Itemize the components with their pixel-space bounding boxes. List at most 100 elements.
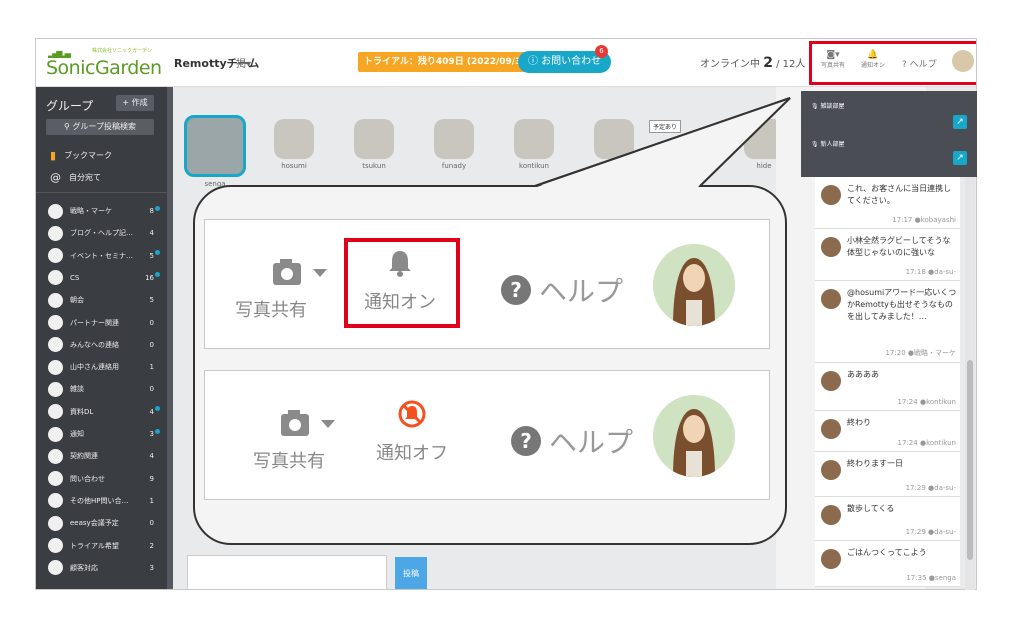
group-search-label: グループ投稿検索 (72, 122, 136, 131)
photo-share-button[interactable]: ◙▾ 写真共有 (816, 50, 850, 69)
member-card[interactable]: senga (181, 115, 249, 188)
member-photo (184, 115, 246, 177)
message-meta: 17:24 ●kontikun (898, 439, 956, 447)
sidebar-group-item[interactable]: 戦略・マーケ 8 (48, 201, 160, 221)
timeline-message[interactable]: 終わり 17:24 ●kontikun (815, 411, 960, 452)
sidebar-group-item[interactable]: CS 16 (48, 268, 160, 288)
open-room-icon[interactable]: ↗ (953, 151, 967, 165)
message-text: 終わり (847, 418, 871, 427)
sidebar-group-item[interactable]: ブログ・ヘルプ記… 4 (48, 223, 160, 243)
zoom-photo-share-button[interactable] (269, 406, 339, 444)
sidebar-group-item[interactable]: eeasy会議予定 0 (48, 513, 160, 533)
sidebar-group-item[interactable]: 山中さん連絡用 1 (48, 357, 160, 377)
group-name: 朝会 (70, 296, 84, 305)
zoom-user-avatar[interactable] (653, 395, 735, 477)
group-icon (48, 471, 63, 487)
notify-toggle-button[interactable]: 🔔 通知オン (856, 50, 890, 69)
zoom-panel-notify-on: 写真共有 通知オン ? ヘルプ (204, 219, 770, 349)
help-label: ヘルプ (909, 60, 937, 70)
message-time: 17:29 (905, 528, 926, 536)
timeline-message[interactable]: これ、お客さんに当日連携してください。 17:17 ●kobayashi (815, 177, 960, 229)
sidebar-group-item[interactable]: 朝会 5 (48, 290, 160, 310)
open-room-icon[interactable]: ↗ (953, 115, 967, 129)
group-name: 雑談 (70, 385, 84, 394)
sidebar-group-item[interactable]: 問い合わせ 9 (48, 469, 160, 489)
help-icon: ? (902, 60, 907, 70)
message-text: これ、お客さんに当日連携してください。 (847, 184, 952, 205)
plan-tag: 予定あり (649, 120, 682, 133)
photo-share-label: 写真共有 (820, 62, 845, 69)
create-group-button[interactable]: + 作成 (116, 95, 154, 111)
sidebar-group-item[interactable]: 契約関連 4 (48, 446, 160, 466)
message-avatar (821, 549, 841, 569)
sidebar-group-item[interactable]: パートナー関連 0 (48, 313, 160, 333)
voice-room-dropdown: 🎙 雑談部屋 ↗ 🎙 新人部屋 ↗ (801, 91, 977, 177)
timeline-message[interactable]: ごはんつくってこよう 17:35 ●senga (815, 541, 960, 587)
voice-room-item[interactable]: 🎙 雑談部屋 (811, 101, 845, 110)
message-avatar (821, 185, 841, 205)
help-button[interactable]: ? ヘルプ (902, 57, 937, 70)
group-search-button[interactable]: ⚲ グループ投稿検索 (46, 119, 154, 135)
zoom-help-button[interactable]: ? ヘルプ (501, 270, 623, 310)
zoom-user-avatar[interactable] (653, 244, 735, 326)
zoom-photo-share-button[interactable] (261, 255, 331, 293)
zoom-notify-off-button[interactable]: 通知オフ (362, 399, 462, 465)
app-header: ▂▄▆▂▄ 株式会社ソニックガーデン SonicGarden Remottyチー… (36, 39, 976, 87)
timeline-message[interactable]: ああああ 17:24 ●kontikun (815, 363, 960, 411)
sidebar-group-item[interactable]: 通知 3 (48, 424, 160, 444)
sidebar-group-item[interactable]: みんなへの連絡 0 (48, 335, 160, 355)
user-avatar[interactable] (952, 50, 974, 72)
message-user: da-su- (934, 528, 956, 536)
group-name: イベント・セミナ… (70, 251, 133, 260)
message-user: senga (934, 574, 956, 582)
sidebar-item-mentions[interactable]: @ 自分宛て (50, 171, 101, 184)
voice-room-item[interactable]: 🎙 新人部屋 (811, 139, 845, 148)
member-card[interactable]: hosumi (266, 119, 322, 170)
sidebar-group-item[interactable]: 資料DL 4 (48, 402, 160, 422)
zoom-help-label: ヘルプ (549, 426, 634, 459)
group-name: 戦略・マーケ (70, 207, 112, 215)
group-name: その他HP問い合… (70, 496, 129, 505)
member-card[interactable]: kontikun (506, 119, 562, 170)
group-count: 4 (149, 229, 154, 238)
message-text: ああああ (847, 370, 879, 379)
sidebar-group-item[interactable]: その他HP問い合… 1 (48, 491, 160, 511)
sidebar-group-item[interactable]: イベント・セミナ… 5 (48, 246, 160, 266)
member-card[interactable] (586, 119, 642, 162)
sidebar-divider (36, 192, 173, 193)
member-name: funady (441, 162, 467, 170)
sidebar-group-item[interactable]: トライアル希望 2 (48, 536, 160, 556)
timeline-message[interactable]: @hosumiアワード一応いくつかRemottyも出せそうなものを出してみました… (815, 281, 960, 363)
member-card[interactable]: funady (426, 119, 482, 170)
member-name: tsukun (362, 162, 386, 170)
member-name: kontikun (519, 162, 549, 170)
unread-dot (155, 428, 160, 434)
message-time: 17:17 (892, 216, 913, 224)
post-input[interactable] (187, 555, 387, 589)
group-icon (48, 359, 63, 375)
sidebar-group-item[interactable]: 雑談 0 (48, 379, 160, 399)
message-user: kontikun (926, 439, 956, 447)
member-card[interactable]: tsukun (346, 119, 402, 170)
timeline-message[interactable]: 小林全然ラグビーしてそうな体型じゃないのに強いな 17:18 ●da-su- (815, 229, 960, 281)
message-time: 17:35 (906, 574, 927, 582)
sonicgarden-logo[interactable]: ▂▄▆▂▄ 株式会社ソニックガーデン SonicGarden (46, 47, 162, 81)
online-status[interactable]: オンライン中 2 / 12人 (700, 55, 805, 71)
sidebar-group-item[interactable]: 顧客対応 3 (48, 558, 160, 578)
timeline-message[interactable]: 散歩してくる 17:29 ●da-su- (815, 497, 960, 541)
message-text: ごはんつくってこよう (847, 548, 927, 557)
message-avatar (821, 419, 841, 439)
group-icon (48, 538, 63, 553)
group-name: eeasy会議予定 (70, 519, 119, 528)
unread-dot (155, 205, 160, 211)
post-button[interactable]: 投稿 (395, 557, 427, 589)
sidebar-item-bookmark[interactable]: ▮ ブックマーク (50, 149, 112, 162)
message-avatar (821, 237, 841, 257)
timeline-message[interactable]: 終わります一日 17:29 ●da-su- (815, 452, 960, 497)
bookmark-label: ブックマーク (64, 151, 113, 160)
zoom-help-button[interactable]: ? ヘルプ (511, 421, 633, 461)
timeline-scroll-thumb[interactable] (967, 360, 973, 560)
message-time: 17:20 (885, 349, 906, 357)
team-menu[interactable]: 掲▾ (236, 55, 251, 70)
contact-count-badge: 6 (595, 45, 608, 58)
